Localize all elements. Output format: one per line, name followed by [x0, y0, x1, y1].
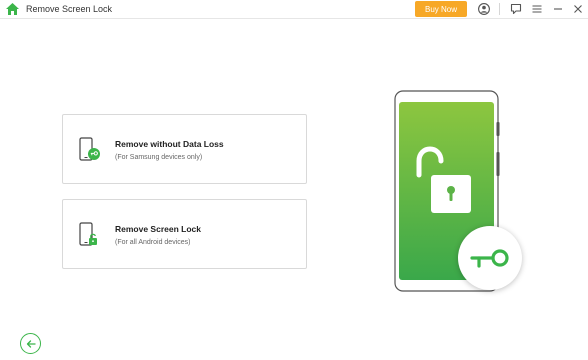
- back-arrow-icon: [26, 339, 36, 348]
- option-remove-screen-lock[interactable]: Remove Screen Lock (For all Android devi…: [62, 199, 307, 269]
- feedback-icon[interactable]: [509, 2, 523, 16]
- phone-key-icon: [79, 137, 100, 161]
- key-badge: [458, 226, 522, 290]
- title-bar: Remove Screen Lock Buy Now: [0, 0, 588, 19]
- back-button[interactable]: [20, 333, 41, 354]
- minimize-icon[interactable]: [551, 2, 565, 16]
- app-title: Remove Screen Lock: [26, 4, 113, 14]
- option-remove-without-data-loss[interactable]: Remove without Data Loss (For Samsung de…: [62, 114, 307, 184]
- account-icon[interactable]: [477, 2, 491, 16]
- phone-lock-icon: [79, 222, 97, 246]
- menu-icon[interactable]: [530, 2, 544, 16]
- home-icon[interactable]: [5, 2, 20, 16]
- option-title: Remove Screen Lock: [115, 224, 201, 234]
- option-title: Remove without Data Loss: [115, 139, 224, 149]
- key-icon: [470, 249, 509, 268]
- option-subtitle: (For Samsung devices only): [115, 154, 203, 161]
- option-subtitle: (For all Android devices): [115, 239, 191, 246]
- close-icon[interactable]: [571, 2, 585, 16]
- title-bar-divider: [499, 3, 500, 15]
- buy-now-button[interactable]: Buy Now: [415, 1, 467, 17]
